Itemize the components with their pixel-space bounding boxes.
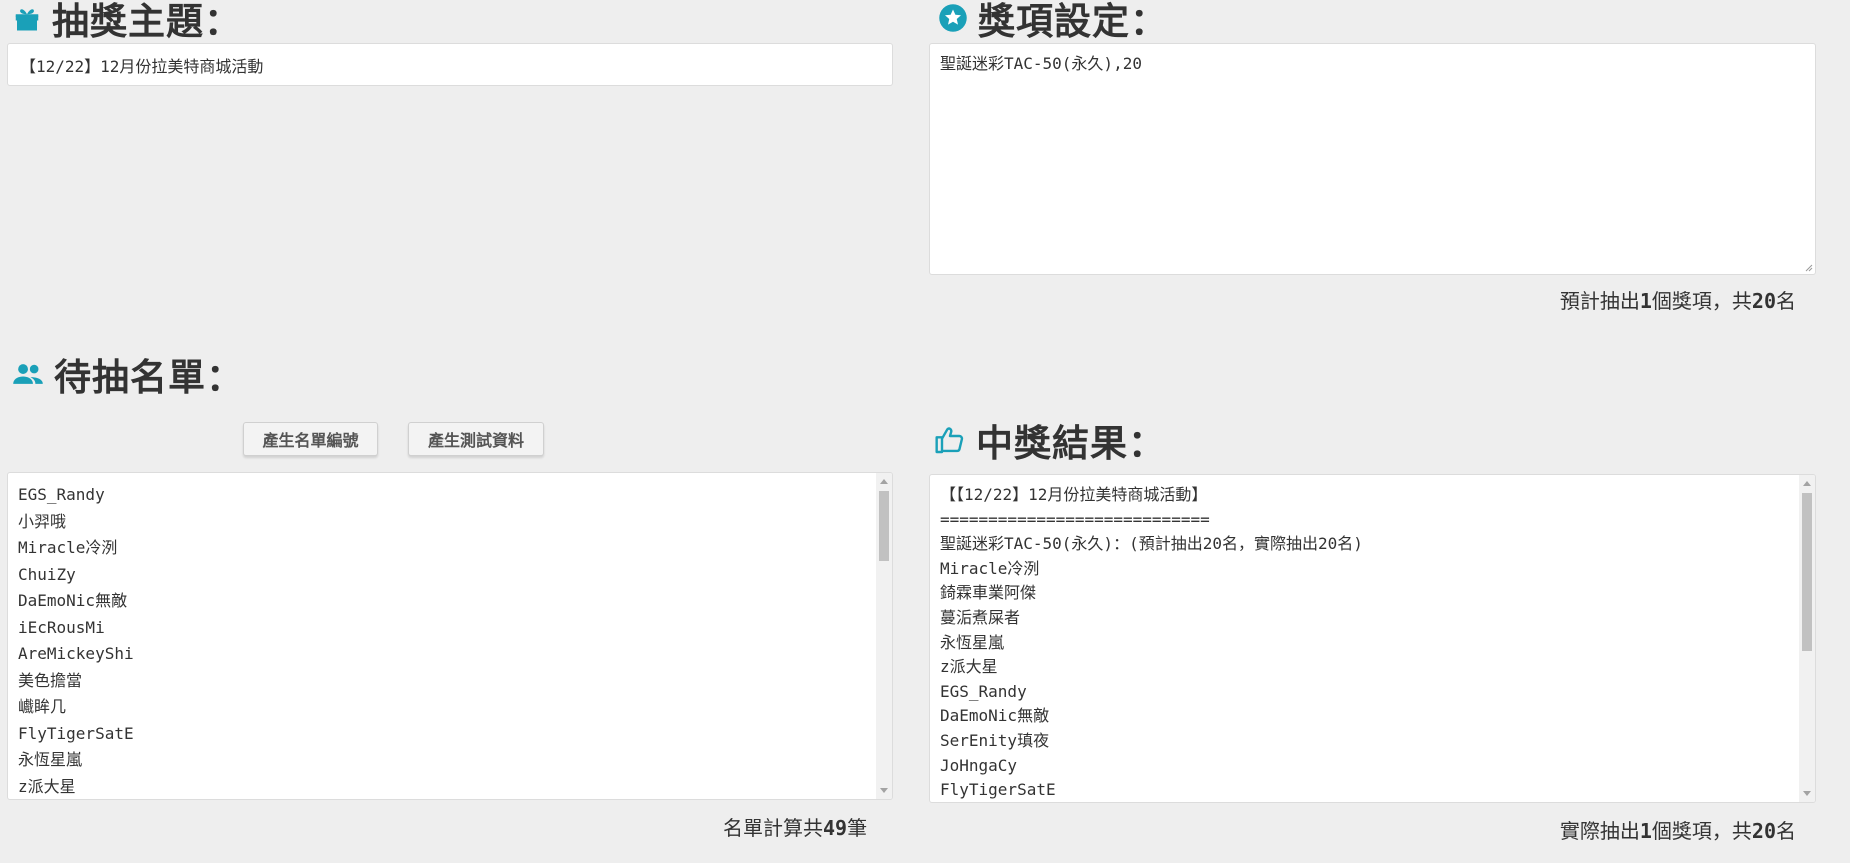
topic-heading: 抽獎主題： [12, 0, 242, 43]
result-line: DaEmoNic無敵 [940, 706, 1050, 726]
scroll-up-icon[interactable] [1803, 481, 1811, 486]
candidates-heading: 待抽名單： [12, 354, 244, 399]
result-line: SerEnity瑱夜 [940, 730, 1050, 750]
prizes-summary: 預計抽出1個獎項，共20名 [1559, 289, 1796, 313]
result-line: z派大星 [940, 657, 998, 677]
result-line: 聖誕迷彩TAC-50(永久)：(預計抽出20名，實際抽出20名) [940, 534, 1363, 554]
prizes-textarea[interactable]: 聖誕迷彩TAC-50(永久),20 [929, 43, 1816, 275]
list-item: DaEmoNic無敵 [18, 591, 128, 610]
gift-icon [12, 3, 42, 33]
scroll-up-icon[interactable] [880, 479, 888, 484]
scroll-thumb[interactable] [1802, 493, 1812, 651]
generate-test-data-button[interactable]: 產生測試資料 [408, 422, 544, 456]
list-item: 小羿哦 [18, 511, 67, 531]
list-item: ChuiZy [18, 564, 76, 584]
results-scrollbar[interactable] [1799, 475, 1815, 802]
candidates-scrollbar[interactable] [876, 473, 892, 799]
list-item: 永恆星嵐 [18, 750, 83, 769]
thumbs-up-icon [934, 424, 966, 456]
topic-input[interactable]: 【12/22】12月份拉美特商城活動 [7, 43, 893, 86]
list-item: AreMickeyShi [18, 644, 134, 663]
list-item: iEcRousMi [18, 617, 105, 637]
list-item: 美色擔當 [18, 670, 83, 690]
scroll-thumb[interactable] [879, 491, 889, 561]
results-summary: 實際抽出1個獎項，共20名 [1559, 819, 1796, 843]
list-item: z派大星 [18, 776, 76, 796]
topic-value: 【12/22】12月份拉美特商城活動 [20, 56, 264, 76]
candidates-list: EGS_Randy 小羿哦 Miracle冷洌 ChuiZy DaEmoNic無… [8, 473, 892, 799]
resize-grip-icon[interactable] [1803, 262, 1813, 272]
star-icon [938, 3, 968, 33]
prizes-value: 聖誕迷彩TAC-50(永久),20 [940, 54, 1142, 73]
prizes-title: 獎項設定： [978, 0, 1168, 43]
list-item: FlyTigerSatE [18, 723, 134, 743]
results-list: 【【12/22】12月份拉美特商城活動】 ===================… [930, 475, 1815, 802]
prizes-heading: 獎項設定： [938, 0, 1168, 43]
candidates-summary: 名單計算共49筆 [723, 816, 868, 840]
result-line: 【【12/22】12月份拉美特商城活動】 [940, 485, 1208, 504]
result-line: JoHngaCy [940, 755, 1018, 775]
topic-title: 抽獎主題： [52, 0, 242, 43]
scroll-down-icon[interactable] [880, 788, 888, 793]
users-icon [12, 359, 44, 389]
results-textarea[interactable]: 【【12/22】12月份拉美特商城活動】 ===================… [929, 474, 1816, 803]
scroll-down-icon[interactable] [1803, 791, 1811, 796]
results-title: 中獎結果： [976, 422, 1166, 465]
result-line: EGS_Randy [940, 681, 1027, 701]
candidates-title: 待抽名單： [54, 356, 244, 399]
result-line: Miracle冷洌 [940, 558, 1040, 578]
list-item: EGS_Randy [18, 485, 105, 504]
result-line: FlyTigerSatE [940, 780, 1056, 800]
results-heading: 中獎結果： [934, 418, 1166, 465]
list-item: Miracle冷洌 [18, 538, 118, 557]
result-line: 永恆星嵐 [940, 632, 1005, 652]
list-item: 巇眸几 [18, 697, 67, 716]
candidates-textarea[interactable]: EGS_Randy 小羿哦 Miracle冷洌 ChuiZy DaEmoNic無… [7, 472, 893, 800]
result-line: ============================ [940, 509, 1210, 529]
result-line: 蔓洉煮屎者 [940, 607, 1021, 627]
generate-number-button[interactable]: 產生名單編號 [243, 422, 378, 456]
result-line: 錡霖車業阿傑 [940, 583, 1037, 603]
